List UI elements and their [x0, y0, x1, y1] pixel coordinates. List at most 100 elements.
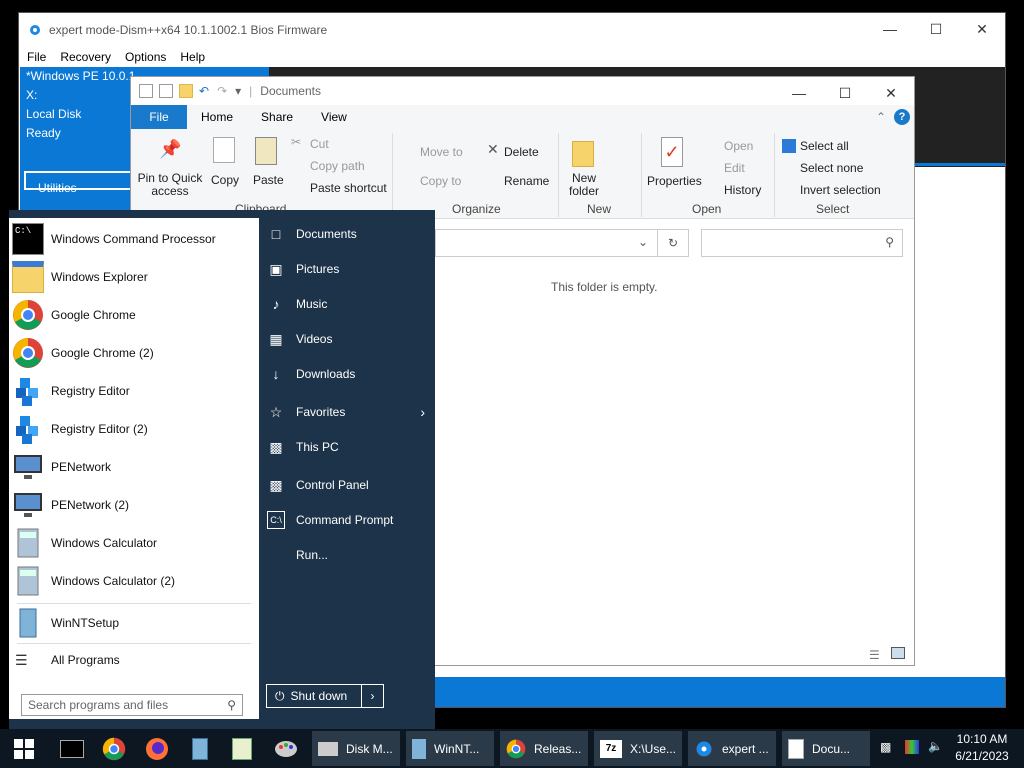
cut-button[interactable]: Cut — [310, 137, 329, 151]
refresh-button[interactable]: ↻ — [657, 229, 689, 257]
search-field[interactable]: ⚲ — [701, 229, 903, 257]
task-chrome-releases[interactable]: Releas... — [500, 731, 588, 766]
edit-button[interactable]: Edit — [724, 161, 745, 175]
all-programs-button[interactable]: ☰ All Programs — [9, 644, 259, 676]
minimize-button[interactable]: — — [867, 13, 913, 45]
network-tray-icon[interactable]: ▩ — [880, 740, 891, 754]
tab-file[interactable]: File — [131, 105, 187, 129]
paste-button[interactable]: Paste — [253, 173, 284, 187]
menu-help[interactable]: Help — [180, 50, 205, 64]
chevron-down-icon[interactable]: ⌄ — [638, 235, 648, 249]
chevron-down-icon[interactable]: ▾ — [235, 84, 241, 98]
menu-file[interactable]: File — [27, 50, 46, 64]
copy-icon — [213, 137, 235, 163]
program-calculator[interactable]: Windows Calculator — [9, 524, 259, 562]
open-button[interactable]: Open — [724, 139, 753, 153]
delete-button[interactable]: Delete — [504, 145, 539, 159]
link-this-pc[interactable]: ▩ This PC — [267, 432, 427, 462]
undo-icon[interactable]: ↶ — [199, 84, 209, 98]
address-bar[interactable]: ⌄ — [435, 229, 659, 257]
invert-selection-button[interactable]: Invert selection — [800, 183, 881, 197]
details-view-icon[interactable]: ☰ — [869, 648, 880, 662]
program-penetwork-2[interactable]: PENetwork (2) — [9, 486, 259, 524]
dism-titlebar[interactable]: expert mode-Dism++x64 10.1.1002.1 Bios F… — [19, 13, 1005, 47]
taskbar-chart-app[interactable] — [228, 735, 256, 763]
program-command-processor[interactable]: C:\ Windows Command Processor — [9, 220, 259, 258]
rename-button[interactable]: Rename — [504, 174, 549, 188]
link-music[interactable]: ♪ Music — [267, 289, 427, 319]
link-control-panel[interactable]: ▩ Control Panel — [267, 470, 427, 500]
program-chrome-2[interactable]: Google Chrome (2) — [9, 334, 259, 372]
taskbar-winntsetup[interactable] — [186, 735, 214, 763]
taskbar-firefox[interactable] — [143, 735, 171, 763]
task-7zip[interactable]: 7z X:\Use... — [594, 731, 682, 766]
program-penetwork[interactable]: PENetwork — [9, 448, 259, 486]
select-none-button[interactable]: Select none — [800, 161, 863, 175]
close-button[interactable]: ✕ — [959, 13, 1005, 45]
checkbox-quick-icon[interactable] — [159, 84, 173, 98]
link-run[interactable]: Run... — [267, 540, 427, 570]
folder-quick-icon[interactable] — [179, 84, 193, 98]
music-icon: ♪ — [272, 296, 280, 312]
firefox-icon — [146, 738, 168, 760]
shut-down-button[interactable]: ⏻ Shut down › — [266, 684, 384, 708]
task-documents[interactable]: Docu... — [782, 731, 870, 766]
tab-share[interactable]: Share — [247, 105, 308, 129]
registry-editor-icon — [16, 378, 38, 406]
collapse-ribbon-icon[interactable]: ⌃ — [876, 105, 886, 129]
program-chrome[interactable]: Google Chrome — [9, 296, 259, 334]
network-icon — [14, 455, 42, 479]
program-calculator-2[interactable]: Windows Calculator (2) — [9, 562, 259, 600]
paste-icon — [255, 137, 277, 165]
taskbar-paint[interactable] — [272, 735, 300, 763]
task-dism[interactable]: expert ... — [688, 731, 776, 766]
menu-recovery[interactable]: Recovery — [60, 50, 111, 64]
link-videos[interactable]: ▦ Videos — [267, 324, 427, 354]
properties-quick-icon[interactable] — [139, 84, 153, 98]
copy-button[interactable]: Copy — [211, 173, 239, 187]
copy-path-button[interactable]: Copy path — [310, 159, 365, 173]
task-disk-management[interactable]: Disk M... — [312, 731, 400, 766]
program-winntsetup[interactable]: WinNTSetup — [9, 604, 259, 642]
redo-icon[interactable]: ↷ — [217, 84, 227, 98]
start-button[interactable] — [8, 735, 40, 763]
program-windows-explorer[interactable]: Windows Explorer — [9, 258, 259, 296]
pin-to-quick-access-button[interactable]: Pin to Quick access — [137, 172, 203, 198]
menu-options[interactable]: Options — [125, 50, 166, 64]
start-menu: C:\ Windows Command Processor Windows Exp… — [9, 210, 435, 729]
tab-home[interactable]: Home — [187, 105, 248, 129]
move-to-button[interactable]: Move to — [420, 145, 463, 159]
gear-icon — [30, 25, 40, 35]
help-icon[interactable]: ? — [894, 109, 910, 125]
tab-view[interactable]: View — [307, 105, 361, 129]
paste-shortcut-button[interactable]: Paste shortcut — [310, 181, 387, 195]
display-tray-icon[interactable] — [905, 740, 919, 754]
link-favorites[interactable]: ☆ Favorites › — [267, 397, 427, 427]
program-registry-editor[interactable]: Registry Editor — [9, 372, 259, 410]
link-command-prompt[interactable]: C:\ Command Prompt — [267, 505, 427, 535]
chrome-icon — [506, 739, 526, 758]
maximize-button[interactable]: ☐ — [913, 13, 959, 45]
new-folder-button[interactable]: New folder — [567, 172, 601, 198]
list-icon: ☰ — [15, 652, 28, 668]
taskbar: Disk M... WinNT... Releas... 7z X:\Use...… — [0, 729, 1024, 768]
taskbar-chrome[interactable] — [100, 735, 128, 763]
chevron-right-icon[interactable]: › — [361, 685, 383, 707]
link-pictures[interactable]: ▣ Pictures — [267, 254, 427, 284]
program-registry-editor-2[interactable]: Registry Editor (2) — [9, 410, 259, 448]
select-all-button[interactable]: Select all — [800, 139, 849, 153]
copy-to-button[interactable]: Copy to — [420, 174, 461, 188]
link-downloads[interactable]: ↓ Downloads — [267, 359, 427, 389]
large-icons-view-icon[interactable] — [891, 647, 905, 659]
chrome-icon — [13, 338, 43, 368]
volume-muted-icon[interactable]: 🔈 — [928, 739, 943, 753]
clock[interactable]: 10:10 AM 6/21/2023 — [950, 731, 1014, 765]
power-icon: ⏻ — [275, 688, 285, 703]
taskbar-cmd[interactable] — [58, 735, 86, 763]
history-button[interactable]: History — [724, 183, 761, 197]
search-programs-input[interactable]: Search programs and files ⚲ — [21, 694, 243, 716]
task-winntsetup[interactable]: WinNT... — [406, 731, 494, 766]
new-group-label: New — [587, 202, 612, 216]
properties-button[interactable]: Properties — [647, 174, 702, 188]
link-documents[interactable]: □ Documents — [267, 219, 427, 249]
